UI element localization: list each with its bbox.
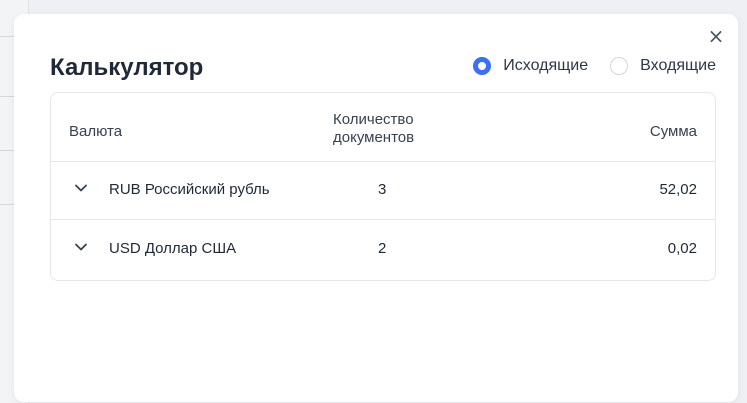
radio-outgoing-label: Исходящие: [503, 57, 589, 74]
column-header-count: Количество документов: [333, 111, 453, 147]
background-divider: [0, 150, 14, 151]
table-row[interactable]: USD Доллар США 2 0,02: [51, 220, 715, 278]
currency-cell: RUB Российский рубль: [109, 181, 270, 198]
close-button[interactable]: ×: [706, 26, 726, 46]
column-header-currency: Валюта: [69, 123, 123, 140]
dialog-title: Калькулятор: [50, 54, 204, 81]
table-row[interactable]: RUB Российский рубль 3 52,02: [51, 161, 715, 220]
currency-cell: USD Доллар США: [109, 240, 237, 257]
background-divider: [0, 36, 14, 37]
radio-checked-icon: [473, 57, 492, 75]
direction-radio-group: Исходящие Входящие: [451, 57, 716, 75]
sum-cell: 52,02: [659, 181, 697, 198]
currency-table: Валюта Количество документов Сумма RUB Р…: [50, 92, 716, 281]
column-header-count-line2: документов: [333, 129, 415, 146]
count-cell: 3: [378, 181, 387, 198]
radio-incoming[interactable]: Входящие: [610, 57, 716, 75]
radio-outgoing[interactable]: Исходящие: [473, 57, 588, 75]
sum-cell: 0,02: [667, 240, 697, 257]
count-cell: 2: [378, 240, 387, 257]
chevron-down-icon[interactable]: [73, 180, 89, 196]
column-header-count-line1: Количество: [333, 111, 414, 128]
calculator-dialog: × Калькулятор Исходящие Входящие Валюта …: [14, 14, 738, 402]
chevron-down-icon[interactable]: [73, 239, 89, 255]
table-header: Валюта Количество документов Сумма: [51, 93, 715, 162]
radio-incoming-label: Входящие: [640, 57, 716, 74]
background-divider: [0, 204, 14, 205]
radio-unchecked-icon: [610, 57, 629, 75]
background-divider: [0, 96, 14, 97]
column-header-sum: Сумма: [649, 123, 697, 140]
